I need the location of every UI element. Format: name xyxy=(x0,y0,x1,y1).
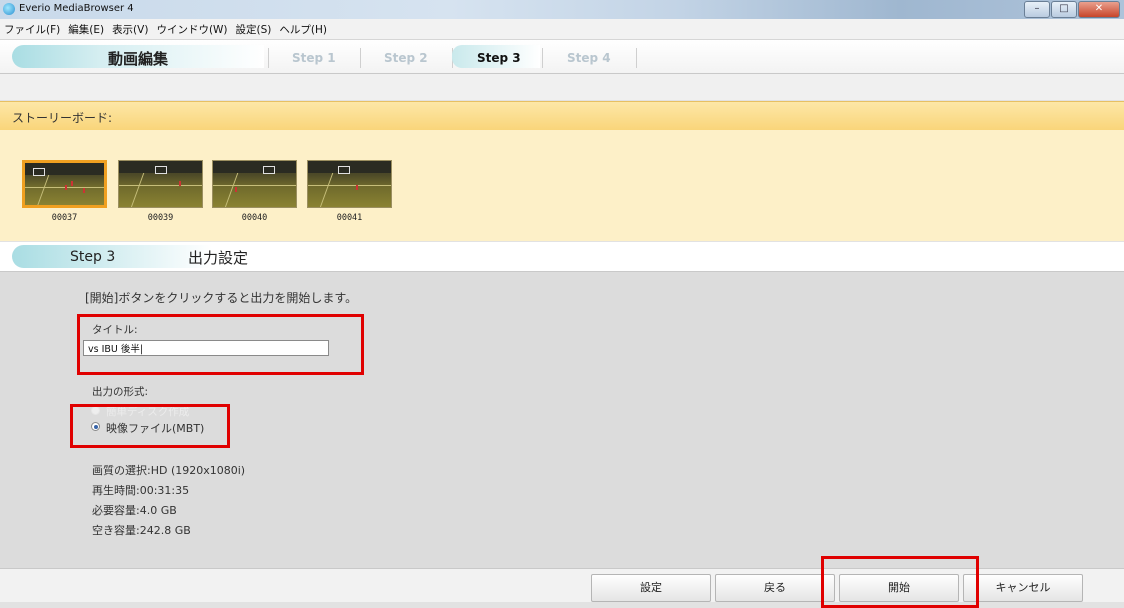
storyboard-panel: 00037 00039 00040 00041 xyxy=(0,130,1124,241)
title-input[interactable] xyxy=(83,340,329,356)
video-file-radio[interactable] xyxy=(91,422,100,431)
duration-info: 再生時間:00:31:35 xyxy=(92,484,190,497)
close-button[interactable]: ✕ xyxy=(1078,1,1120,18)
clip-label: 00039 xyxy=(147,213,174,223)
section-title: 出力設定 xyxy=(188,249,249,267)
window-title: Everio MediaBrowser 4 xyxy=(19,3,134,14)
toolbar-strip xyxy=(0,74,1124,100)
start-button[interactable]: 開始 xyxy=(839,574,959,602)
cancel-button[interactable]: キャンセル xyxy=(963,574,1083,602)
free-space-info: 空き容量:242.8 GB xyxy=(92,524,191,537)
back-button[interactable]: 戻る xyxy=(715,574,835,602)
menu-help[interactable]: ヘルプ(H) xyxy=(275,22,331,37)
storyboard-clip[interactable]: 00041 xyxy=(307,160,392,223)
disc-option-label: 簡単ディスク作成 xyxy=(106,406,190,418)
step-4-tab[interactable]: Step 4 xyxy=(567,51,611,65)
step-navigation: 動画編集 Step 1 Step 2 Step 3 Step 4 xyxy=(0,40,1124,74)
required-space-info: 必要容量:4.0 GB xyxy=(92,504,177,517)
mode-title: 動画編集 xyxy=(108,50,169,68)
menu-settings[interactable]: 設定(S) xyxy=(232,22,276,37)
app-icon xyxy=(3,3,15,15)
menu-file[interactable]: ファイル(F) xyxy=(0,22,64,37)
step-3-tab[interactable]: Step 3 xyxy=(477,51,521,65)
storyboard-clip[interactable]: 00040 xyxy=(212,160,297,223)
step-divider xyxy=(360,48,361,68)
quality-info: 画質の選択:HD (1920x1080i) xyxy=(92,464,246,477)
clip-thumbnail[interactable] xyxy=(212,160,297,208)
title-label: タイトル: xyxy=(92,324,138,336)
clip-thumbnail[interactable] xyxy=(307,160,392,208)
menu-bar: ファイル(F) 編集(E) 表示(V) ウインドウ(W) 設定(S) ヘルプ(H… xyxy=(0,19,1124,40)
menu-edit[interactable]: 編集(E) xyxy=(64,22,108,37)
storyboard-header: ストーリーボード: xyxy=(0,101,1124,131)
action-bar: 設定 戻る 開始 キャンセル xyxy=(0,568,1124,602)
window-title-bar: Everio MediaBrowser 4 – □ ✕ xyxy=(0,0,1124,19)
minimize-button[interactable]: – xyxy=(1024,1,1050,18)
instruction-text: [開始]ボタンをクリックすると出力を開始します。 xyxy=(85,291,358,305)
maximize-button[interactable]: □ xyxy=(1051,1,1077,18)
section-header: Step 3 出力設定 xyxy=(0,242,1124,272)
storyboard-clip[interactable]: 00037 xyxy=(22,160,107,223)
format-label: 出力の形式: xyxy=(92,386,149,398)
clip-label: 00040 xyxy=(241,213,268,223)
step-divider xyxy=(268,48,269,68)
settings-button[interactable]: 設定 xyxy=(591,574,711,602)
disc-option-radio xyxy=(91,406,100,415)
menu-view[interactable]: 表示(V) xyxy=(108,22,152,37)
storyboard-clip[interactable]: 00039 xyxy=(118,160,203,223)
menu-window[interactable]: ウインドウ(W) xyxy=(152,22,231,37)
video-file-label[interactable]: 映像ファイル(MBT) xyxy=(106,420,204,436)
section-step: Step 3 xyxy=(70,249,116,265)
clip-label: 00041 xyxy=(336,213,363,223)
clip-thumbnail[interactable] xyxy=(118,160,203,208)
clip-label: 00037 xyxy=(51,213,78,223)
clip-thumbnail[interactable] xyxy=(22,160,107,208)
output-settings-panel: [開始]ボタンをクリックすると出力を開始します。 タイトル: 出力の形式: 簡単… xyxy=(0,272,1124,568)
step-divider xyxy=(636,48,637,68)
step-divider xyxy=(542,48,543,68)
window-controls: – □ ✕ xyxy=(1023,1,1120,18)
storyboard-label: ストーリーボード: xyxy=(12,111,113,125)
step-1-tab[interactable]: Step 1 xyxy=(292,51,336,65)
step-2-tab[interactable]: Step 2 xyxy=(384,51,428,65)
